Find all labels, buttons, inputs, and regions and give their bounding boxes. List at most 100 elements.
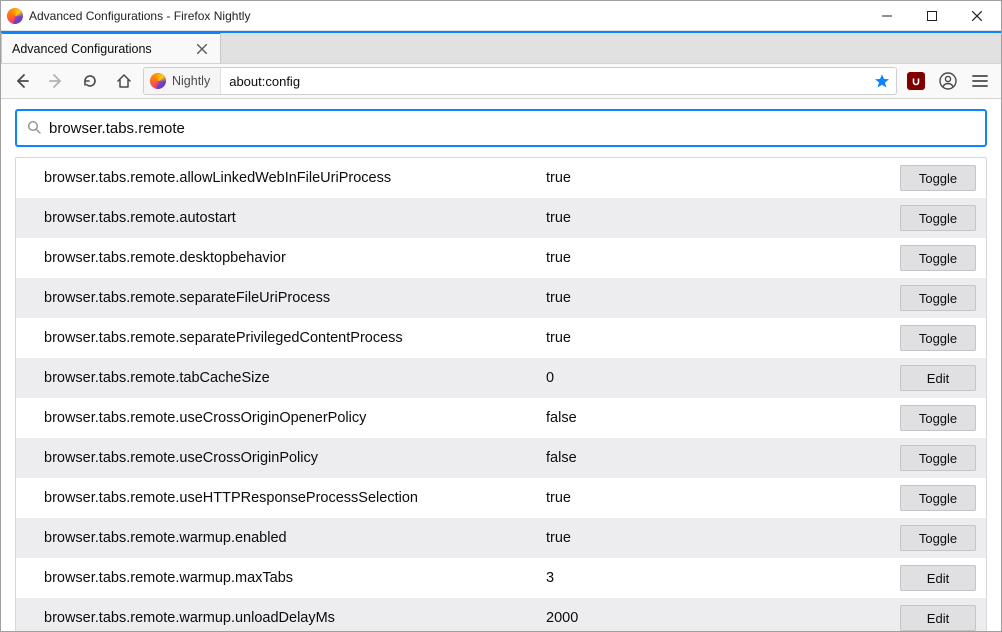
pref-row: browser.tabs.remote.useCrossOriginOpener…	[16, 398, 986, 438]
pref-name: browser.tabs.remote.tabCacheSize	[44, 370, 546, 386]
identity-label: Nightly	[172, 74, 210, 88]
pref-value: true	[546, 170, 866, 186]
pref-value: true	[546, 330, 866, 346]
window-titlebar: Advanced Configurations - Firefox Nightl…	[1, 1, 1001, 31]
url-text: about:config	[221, 74, 868, 89]
close-icon	[197, 44, 207, 54]
minimize-icon	[882, 11, 892, 21]
tab-title: Advanced Configurations	[12, 42, 194, 56]
pref-name: browser.tabs.remote.allowLinkedWebInFile…	[44, 170, 546, 186]
pref-action-cell: Edit	[866, 605, 976, 631]
pref-row: browser.tabs.remote.warmup.maxTabs3 Edit	[16, 558, 986, 598]
window-close-button[interactable]	[954, 1, 999, 31]
toggle-button[interactable]: Toggle	[900, 205, 976, 231]
pref-action-cell: Edit	[866, 565, 976, 591]
pref-name: browser.tabs.remote.desktopbehavior	[44, 250, 546, 266]
pref-name: browser.tabs.remote.separatePrivilegedCo…	[44, 330, 546, 346]
about-config-content: browser.tabs.remote.allowLinkedWebInFile…	[1, 99, 1001, 631]
pref-name: browser.tabs.remote.useHTTPResponseProce…	[44, 490, 546, 506]
pref-row: browser.tabs.remote.useCrossOriginPolicy…	[16, 438, 986, 478]
toggle-button[interactable]: Toggle	[900, 285, 976, 311]
window-title: Advanced Configurations - Firefox Nightl…	[29, 9, 250, 23]
pref-name: browser.tabs.remote.useCrossOriginPolicy	[44, 450, 546, 466]
close-icon	[972, 11, 982, 21]
toggle-button[interactable]: Toggle	[900, 165, 976, 191]
pref-row: browser.tabs.remote.autostarttrue Toggle	[16, 198, 986, 238]
edit-button[interactable]: Edit	[900, 365, 976, 391]
window-maximize-button[interactable]	[909, 1, 954, 31]
toggle-button[interactable]: Toggle	[900, 325, 976, 351]
pref-action-cell: Toggle	[866, 245, 976, 271]
identity-box[interactable]: Nightly	[144, 68, 221, 94]
pref-name: browser.tabs.remote.autostart	[44, 210, 546, 226]
reload-button[interactable]	[75, 67, 105, 95]
pref-row: browser.tabs.remote.warmup.unloadDelayMs…	[16, 598, 986, 631]
toggle-button[interactable]: Toggle	[900, 405, 976, 431]
toggle-button[interactable]: Toggle	[900, 445, 976, 471]
pref-action-cell: Toggle	[866, 165, 976, 191]
pref-search-box[interactable]	[15, 109, 987, 147]
tab-close-button[interactable]	[194, 41, 210, 57]
pref-value: 2000	[546, 610, 866, 626]
ublock-button[interactable]	[901, 67, 931, 95]
pref-name: browser.tabs.remote.warmup.maxTabs	[44, 570, 546, 586]
pref-action-cell: Toggle	[866, 485, 976, 511]
search-icon	[27, 120, 41, 137]
navigation-toolbar: Nightly about:config	[1, 63, 1001, 99]
pref-value: true	[546, 210, 866, 226]
url-bar[interactable]: Nightly about:config	[143, 67, 897, 95]
pref-row: browser.tabs.remote.separatePrivilegedCo…	[16, 318, 986, 358]
pref-value: true	[546, 250, 866, 266]
pref-row: browser.tabs.remote.separateFileUriProce…	[16, 278, 986, 318]
pref-value: 0	[546, 370, 866, 386]
pref-name: browser.tabs.remote.warmup.unloadDelayMs	[44, 610, 546, 626]
pref-action-cell: Edit	[866, 365, 976, 391]
tab-strip: Advanced Configurations	[1, 31, 1001, 63]
account-icon	[939, 72, 957, 90]
home-button[interactable]	[109, 67, 139, 95]
maximize-icon	[927, 11, 937, 21]
pref-table: browser.tabs.remote.allowLinkedWebInFile…	[15, 157, 987, 631]
nightly-icon	[150, 73, 166, 89]
reload-icon	[82, 73, 98, 89]
pref-action-cell: Toggle	[866, 405, 976, 431]
pref-name: browser.tabs.remote.separateFileUriProce…	[44, 290, 546, 306]
pref-name: browser.tabs.remote.useCrossOriginOpener…	[44, 410, 546, 426]
pref-action-cell: Toggle	[866, 325, 976, 351]
pref-row: browser.tabs.remote.desktopbehaviortrue T…	[16, 238, 986, 278]
back-button[interactable]	[7, 67, 37, 95]
nightly-icon	[7, 8, 23, 24]
home-icon	[116, 73, 132, 89]
star-icon	[874, 73, 890, 89]
pref-action-cell: Toggle	[866, 445, 976, 471]
toggle-button[interactable]: Toggle	[900, 525, 976, 551]
forward-button[interactable]	[41, 67, 71, 95]
edit-button[interactable]: Edit	[900, 565, 976, 591]
ublock-icon	[907, 72, 925, 90]
app-menu-button[interactable]	[965, 67, 995, 95]
app-icon	[7, 8, 23, 24]
window-minimize-button[interactable]	[864, 1, 909, 31]
pref-row: browser.tabs.remote.tabCacheSize0 Edit	[16, 358, 986, 398]
pref-value: false	[546, 410, 866, 426]
account-button[interactable]	[933, 67, 963, 95]
pref-action-cell: Toggle	[866, 525, 976, 551]
pref-row: browser.tabs.remote.useHTTPResponseProce…	[16, 478, 986, 518]
pref-value: true	[546, 290, 866, 306]
pref-value: 3	[546, 570, 866, 586]
toggle-button[interactable]: Toggle	[900, 245, 976, 271]
bookmark-star-button[interactable]	[868, 73, 896, 89]
pref-row: browser.tabs.remote.allowLinkedWebInFile…	[16, 158, 986, 198]
pref-value: true	[546, 530, 866, 546]
pref-value: true	[546, 490, 866, 506]
pref-action-cell: Toggle	[866, 285, 976, 311]
pref-name: browser.tabs.remote.warmup.enabled	[44, 530, 546, 546]
edit-button[interactable]: Edit	[900, 605, 976, 631]
toggle-button[interactable]: Toggle	[900, 485, 976, 511]
hamburger-icon	[972, 74, 988, 88]
tab-active[interactable]: Advanced Configurations	[1, 33, 221, 63]
arrow-right-icon	[48, 73, 64, 89]
pref-action-cell: Toggle	[866, 205, 976, 231]
arrow-left-icon	[14, 73, 30, 89]
pref-search-input[interactable]	[49, 120, 975, 137]
